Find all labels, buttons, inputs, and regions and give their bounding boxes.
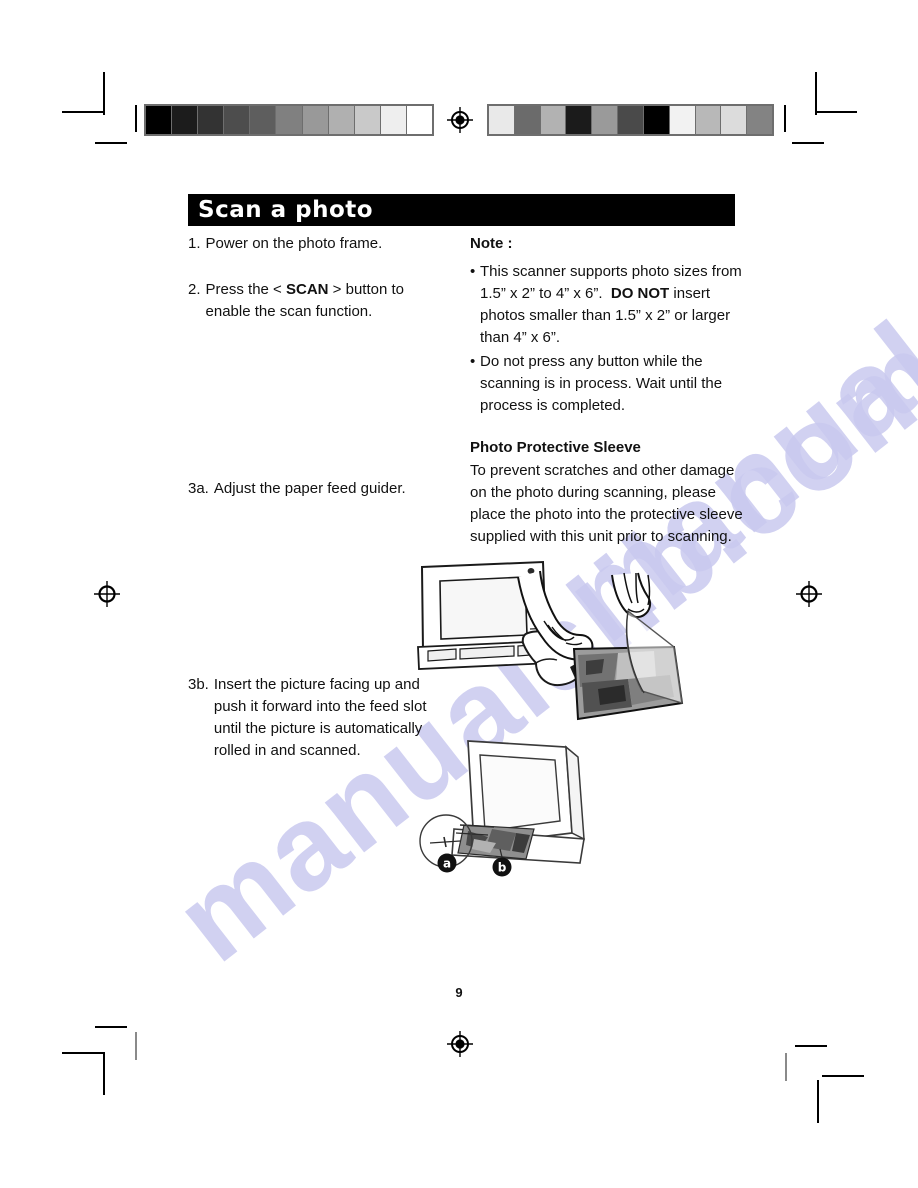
bullet-glyph-icon: • [470,353,476,370]
step-1-text: Power on the photo frame. [205,235,383,252]
step-3b-number: 3b. [188,676,209,693]
crop-mark-bottom-left-vertical [103,1052,105,1095]
crop-mark-top-left-vertical [103,72,105,115]
calibration-swatch-1 [172,106,198,134]
crop-mark-bottom-left-inner [135,1032,137,1060]
crop-mark-bottom-left-horizontal [62,1052,104,1054]
crop-mark-top-right-vertical [815,72,817,115]
scan-button-label: SCAN [285,281,329,298]
crop-mark-bottom-right-vertical [817,1080,819,1123]
calibration-swatch-9 [721,106,747,134]
crop-mark-top-left-horizontal [62,111,104,113]
crop-mark-top-right-inner [784,105,786,132]
step-3a-number: 3a. [188,480,209,497]
crop-mark-bottom-right-inner [785,1053,787,1081]
calibration-swatch-8 [354,106,380,134]
sleeve-heading: Photo Protective Sleeve [470,439,641,456]
right-column: Note : • This scanner supports photo siz… [470,233,745,548]
step-3a: 3a. Adjust the paper feed guider. [188,478,448,500]
calibration-swatch-6 [302,106,328,134]
calibration-swatch-4 [592,106,618,134]
step-3b-text: Insert the picture facing up and push it… [213,676,427,759]
crop-mark-bottom-right-upper [795,1045,827,1047]
callout-a-label: a [443,857,451,871]
step-1: 1. Power on the photo frame. [188,233,448,255]
left-column: 1. Power on the photo frame. 2. Press th… [188,233,595,877]
grayscale-calibration-bar-left [144,104,434,136]
grayscale-calibration-bar-right [487,104,774,136]
registration-mark-bottom-center [446,1030,474,1058]
page-title: Scan a photo [198,197,374,223]
calibration-swatch-8 [695,106,721,134]
crop-mark-top-left-lower [95,142,127,144]
step-2-text-before: Press the < [205,281,282,298]
registration-mark-top-center [446,106,474,134]
crop-mark-bottom-right-horizontal [822,1075,864,1077]
step-3a-wrapper: 3a. Adjust the paper feed guider. [188,478,448,506]
calibration-swatch-10 [406,106,433,134]
step-3b: 3b. Insert the picture facing up and pus… [188,674,448,762]
calibration-swatch-0 [146,106,172,134]
bullet-glyph-icon: • [470,263,476,280]
calibration-swatch-4 [250,106,276,134]
crop-mark-top-right-lower [792,142,824,144]
calibration-swatch-2 [540,106,566,134]
note-bullet-2-text: Do not press any button while the scanni… [480,353,723,414]
step-1-number: 1. [188,235,201,252]
callout-b-label: b [498,861,507,875]
page-content: Scan a photo 1. Power on the photo frame… [0,0,918,1188]
registration-mark-left-middle [94,581,120,607]
calibration-swatch-5 [618,106,643,134]
calibration-swatch-2 [198,106,224,134]
note-bullet-1-emphasis: DO NOT [610,285,670,302]
crop-mark-bottom-left-upper [95,1026,127,1028]
calibration-swatch-5 [276,106,302,134]
calibration-swatch-3 [224,106,250,134]
calibration-swatch-7 [669,106,695,134]
note-bullet-1: • This scanner supports photo sizes from… [470,261,745,349]
page-number: 9 [455,985,463,1000]
step-2: 2. Press the < SCAN > button to enable t… [188,279,448,323]
crop-mark-top-right-horizontal [815,111,857,113]
note-bullet-2: • Do not press any button while the scan… [470,351,745,417]
calibration-swatch-9 [380,106,406,134]
note-heading: Note : [470,235,513,252]
step-2-number: 2. [188,281,201,298]
crop-mark-top-left-inner [135,105,137,132]
calibration-swatch-6 [643,106,669,134]
step-3a-text: Adjust the paper feed guider. [213,480,406,497]
calibration-swatch-0 [489,106,514,134]
calibration-swatch-1 [514,106,540,134]
calibration-swatch-10 [747,106,772,134]
sleeve-text: To prevent scratches and other damage on… [470,462,743,545]
step-2-text: Press the < SCAN > button to enable the … [206,279,448,323]
step-3b-wrapper: 3b. Insert the picture facing up and pus… [188,674,448,768]
registration-mark-right-middle [796,581,822,607]
calibration-swatch-3 [566,106,592,134]
figure-protective-sleeve [478,565,710,750]
calibration-swatch-7 [328,106,354,134]
